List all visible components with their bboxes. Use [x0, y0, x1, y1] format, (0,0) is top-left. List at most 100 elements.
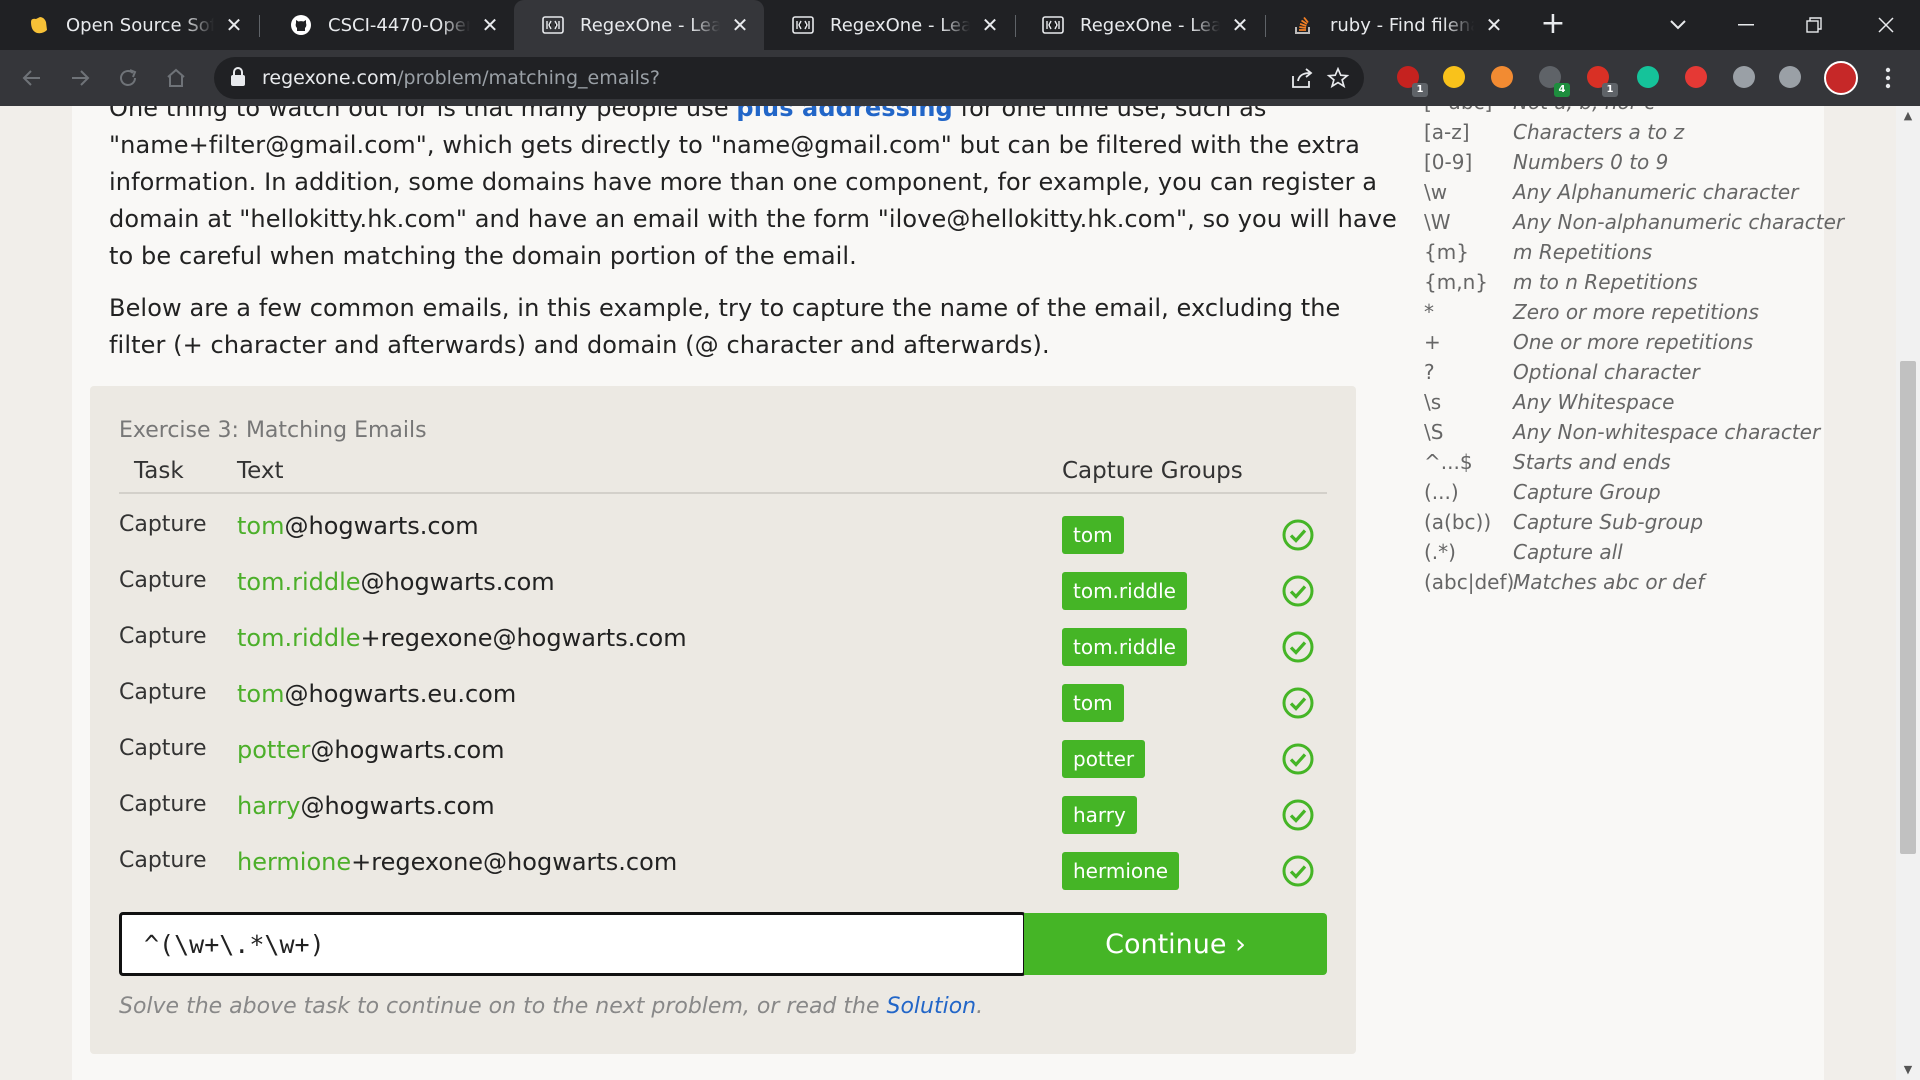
extension-badge: 4	[1554, 83, 1570, 97]
reference-symbol: [a-z]	[1424, 120, 1470, 144]
matched-substring: tom	[237, 680, 285, 708]
reference-row: ^...$ Starts and ends	[1424, 450, 1824, 480]
tab-title: Open Source Softw	[66, 14, 214, 36]
tab-search-button[interactable]	[1644, 0, 1712, 50]
exercise-row: Capture tom.riddle+regexone@hogwarts.com t…	[119, 620, 1327, 676]
scroll-down-arrow-icon[interactable]: ▼	[1896, 1060, 1920, 1080]
tab-strip: Open Source Softw✕CSCI-4470-OpenSo✕Regex…	[0, 0, 1920, 50]
solution-link[interactable]: Solution	[886, 994, 976, 1019]
browser-tab[interactable]: ruby - Find filenam ✕	[1264, 0, 1518, 50]
minimize-icon	[1738, 24, 1754, 26]
close-tab-icon[interactable]: ✕	[1230, 13, 1250, 37]
close-tab-icon[interactable]: ✕	[1484, 13, 1504, 37]
reference-row: (...) Capture Group	[1424, 480, 1824, 510]
browser-tab[interactable]: CSCI-4470-OpenSo ✕	[262, 0, 514, 50]
test-string: potter@hogwarts.com	[237, 736, 505, 764]
close-tab-icon[interactable]: ✕	[224, 13, 244, 37]
reference-row: \s Any Whitespace	[1424, 390, 1824, 420]
reference-description: Capture all	[1513, 540, 1623, 564]
unmatched-substring: @hogwarts.eu.com	[284, 680, 517, 708]
reference-symbol: [^abc]	[1424, 106, 1492, 114]
scrollbar-thumb[interactable]	[1900, 361, 1916, 854]
orange-circle-icon-glyph	[1491, 66, 1513, 88]
tp-icon[interactable]	[1682, 63, 1710, 91]
close-window-button[interactable]	[1852, 0, 1920, 50]
exercise-row: Capture tom.riddle@hogwarts.com tom.riddle	[119, 564, 1327, 620]
reference-symbol: ^...$	[1424, 450, 1473, 474]
close-tab-icon[interactable]: ✕	[480, 13, 500, 37]
reference-row: (a(bc)) Capture Sub-group	[1424, 510, 1824, 540]
extension-badge: 1	[1412, 83, 1428, 97]
lock-icon[interactable]	[230, 67, 246, 91]
unmatched-substring: @hogwarts.com	[300, 792, 495, 820]
browser-menu-button[interactable]	[1872, 62, 1904, 94]
unmatched-substring: @hogwarts.com	[284, 512, 479, 540]
reference-row: \W Any Non-alphanumeric character	[1424, 210, 1844, 240]
reference-row: {m,n} m to n Repetitions	[1424, 270, 1824, 300]
browser-tab[interactable]: RegexOne - Learn R ✕	[514, 0, 764, 50]
orange-circle-icon[interactable]	[1488, 63, 1516, 91]
sidepanel-icon[interactable]	[1776, 63, 1804, 91]
matched-substring: hermione	[237, 848, 352, 876]
reference-description: Any Non-whitespace character	[1513, 420, 1821, 444]
reference-description: Starts and ends	[1513, 450, 1671, 474]
extension-badge: 1	[1602, 83, 1618, 97]
capture-group-badge: tom.riddle	[1062, 628, 1187, 666]
unmatched-substring: @hogwarts.com	[310, 736, 505, 764]
reference-description: Any Alphanumeric character	[1513, 180, 1799, 204]
regexone-icon	[542, 14, 564, 36]
tab-title: CSCI-4470-OpenSo	[328, 14, 470, 36]
browser-tab[interactable]: RegexOne - Learn R ✕	[764, 0, 1014, 50]
vertical-scrollbar[interactable]: ▲ ▼	[1896, 106, 1920, 1080]
test-string: tom@hogwarts.com	[237, 512, 479, 540]
exercise-row: Capture harry@hogwarts.com harry	[119, 788, 1327, 844]
forward-button[interactable]	[64, 62, 96, 94]
reload-button[interactable]	[112, 62, 144, 94]
reference-row: \S Any Non-whitespace character	[1424, 420, 1824, 450]
reference-description: Matches abc or def	[1513, 570, 1705, 594]
close-icon	[1878, 17, 1894, 33]
regex-input[interactable]	[122, 915, 1023, 973]
grammarly-icon[interactable]	[1634, 63, 1662, 91]
ublock-icon[interactable]: 1	[1394, 63, 1428, 97]
restore-button[interactable]	[1780, 0, 1848, 50]
reference-symbol: (.*)	[1424, 540, 1456, 564]
exercise-title: Exercise 3: Matching Emails	[119, 418, 427, 443]
new-tab-button[interactable]: +	[1536, 8, 1570, 42]
matched-substring: potter	[237, 736, 311, 764]
table-header: Task Text Capture Groups	[119, 458, 1327, 494]
plus-addressing-link[interactable]: plus addressing	[736, 106, 952, 122]
profile-avatar[interactable]	[1824, 61, 1858, 95]
capture-group-badge: harry	[1062, 796, 1137, 834]
back-button[interactable]	[16, 62, 48, 94]
address-bar[interactable]: regexone.com/problem/matching_emails?	[214, 57, 1364, 99]
reference-row: + One or more repetitions	[1424, 330, 1824, 360]
lightning-icon[interactable]	[1440, 63, 1468, 91]
reference-symbol: \S	[1424, 420, 1444, 444]
check-circle-icon	[1282, 631, 1314, 663]
sidepanel-icon-glyph	[1779, 66, 1801, 88]
share-icon[interactable]	[1290, 67, 1314, 93]
reference-description: Zero or more repetitions	[1513, 300, 1759, 324]
test-string: harry@hogwarts.com	[237, 792, 495, 820]
reference-description: Any Whitespace	[1513, 390, 1675, 414]
scroll-up-arrow-icon[interactable]: ▲	[1896, 106, 1920, 126]
minimize-button[interactable]	[1712, 0, 1780, 50]
lesson-paragraph-2: Below are a few common emails, in this e…	[109, 294, 1341, 359]
browser-tab[interactable]: RegexOne - Learn R ✕	[1014, 0, 1264, 50]
screen-reader-icon[interactable]: 4	[1536, 63, 1570, 97]
puzzle-icon-glyph	[1733, 66, 1755, 88]
grammarly-icon-glyph	[1637, 66, 1659, 88]
adblock-plus-icon[interactable]: 1	[1584, 63, 1618, 97]
tab-separator	[259, 15, 260, 37]
check-circle-icon	[1282, 743, 1314, 775]
continue-button[interactable]: Continue ›	[1024, 913, 1327, 975]
close-tab-icon[interactable]: ✕	[730, 13, 750, 37]
puzzle-icon[interactable]	[1730, 63, 1758, 91]
task-label: Capture	[119, 792, 207, 817]
reference-row: [a-z] Characters a to z	[1424, 120, 1824, 150]
browser-tab[interactable]: Open Source Softw ✕	[0, 0, 258, 50]
bookmark-star-icon[interactable]	[1326, 66, 1350, 93]
home-button[interactable]	[160, 62, 192, 94]
close-tab-icon[interactable]: ✕	[980, 13, 1000, 37]
